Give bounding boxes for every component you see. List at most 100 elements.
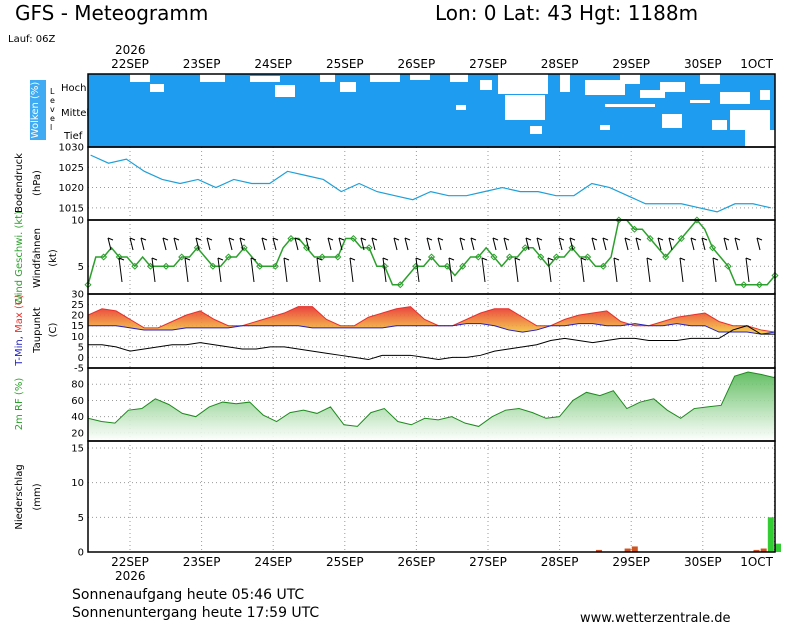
wind-barb — [536, 237, 541, 251]
wind-barb — [206, 237, 211, 251]
date-label-top: 26SEP — [398, 57, 436, 71]
wind-barb — [492, 237, 497, 251]
precip-tick-label: 15 — [71, 443, 84, 454]
wind-barb — [668, 237, 673, 251]
wind-barb-flag — [547, 257, 554, 261]
wind-barb — [349, 257, 354, 283]
cloud-gap — [700, 74, 720, 84]
precip-tick-label: 0 — [78, 548, 84, 559]
cloud-level-low: Tief — [63, 131, 83, 142]
precip-tick-label: 10 — [71, 478, 84, 489]
wind-barb — [514, 257, 519, 283]
temp-tick-label: 15 — [71, 321, 84, 332]
cloud-gap — [340, 82, 356, 92]
precip-bar — [767, 517, 774, 552]
cloud-level-axis-letter: v — [50, 105, 55, 114]
date-label-top: 27SEP — [469, 57, 507, 71]
wind-barb-flag — [151, 257, 158, 261]
pressure-label: Bodendruck — [14, 153, 25, 213]
wind-barb — [118, 257, 123, 283]
wind-barb — [294, 237, 299, 251]
date-label-top: 1OCT — [740, 57, 773, 71]
site-link[interactable]: www.wetterzentrale.de — [580, 611, 730, 625]
cloud-level-axis-letter: L — [50, 87, 55, 96]
wind-barb — [393, 237, 398, 251]
wind-barb — [338, 237, 343, 251]
wind-barb-flag — [712, 257, 719, 261]
wind-barb — [228, 237, 233, 251]
date-label-bottom: 27SEP — [469, 555, 507, 569]
cloud-gap — [200, 74, 225, 82]
cloud-gap — [250, 76, 280, 82]
cloud-gap — [275, 85, 295, 97]
tmax-label: Max (C) — [14, 294, 25, 336]
wind-barb — [316, 257, 321, 283]
wind-tick-label: 5 — [78, 262, 84, 273]
wind-barb — [481, 257, 486, 283]
cloud-gap — [690, 100, 710, 103]
rh-area — [88, 372, 775, 441]
wind-barb — [690, 237, 695, 251]
wind-speed-label: Wind Geschwi. (kt) — [14, 211, 25, 305]
wind-barb-flag — [745, 257, 752, 261]
cloud-gap — [600, 125, 610, 130]
wind-barb-flag — [514, 257, 521, 261]
pressure-tick-label: 1030 — [59, 143, 84, 154]
wind-barb — [426, 237, 431, 251]
wind-barb-flag — [448, 257, 455, 261]
chart-title: GFS - Meteogramm — [15, 1, 208, 25]
wind-speed-line — [87, 218, 776, 286]
date-label-top: 29SEP — [612, 57, 650, 71]
wind-barb — [140, 237, 145, 251]
temp-tick-label: 0 — [78, 353, 84, 364]
cloud-gap — [730, 110, 770, 130]
wind-barb-flag — [184, 257, 191, 261]
wind-barb — [162, 237, 167, 251]
wind-barb — [404, 237, 409, 251]
cloud-gap — [760, 90, 770, 100]
cloud-level-axis-letter: e — [50, 96, 55, 105]
year-label-top: 2026 — [115, 43, 146, 57]
pressure-tick-label: 1015 — [59, 203, 84, 214]
cloud-level-axis-letter: e — [50, 114, 55, 123]
wind-barb — [679, 257, 684, 283]
wind-barb — [547, 257, 552, 283]
cloud-gap — [520, 110, 540, 120]
wind-barb — [217, 257, 222, 283]
temp-tick-label: 25 — [71, 300, 84, 311]
pressure-tick-label: 1025 — [59, 163, 84, 174]
cloud-gap — [585, 80, 625, 95]
cloud-gap — [480, 80, 492, 90]
date-label-bottom: 28SEP — [541, 555, 579, 569]
rh-tick-label: 40 — [71, 412, 84, 423]
plot-layer: Wolken (%) HochMittelTiefLevel10151020102… — [14, 57, 781, 569]
wind-barb-flag — [613, 257, 620, 261]
wind-barb-flag — [646, 257, 653, 261]
tmin-label: T-Min, — [14, 336, 25, 367]
wind-unit: (kt) — [48, 249, 59, 267]
temp-tick-label: 5 — [78, 342, 84, 353]
cloud-gap — [130, 74, 150, 82]
wind-barb — [723, 237, 728, 251]
date-label-bottom: 30SEP — [684, 555, 722, 569]
wind-barb — [470, 237, 475, 251]
wind-barb — [646, 257, 651, 283]
date-label-top: 25SEP — [326, 57, 364, 71]
panel-frame — [87, 440, 776, 553]
wind-barb — [635, 237, 640, 251]
sunrise-text: Sonnenaufgang heute 05:46 UTC — [72, 587, 304, 603]
wind-barb-flag — [382, 257, 389, 261]
date-label-top: 22SEP — [111, 57, 149, 71]
date-label-bottom: 25SEP — [326, 555, 364, 569]
wind-barb — [503, 237, 508, 251]
wind-barb — [613, 257, 618, 283]
wind-barb — [591, 237, 596, 251]
cloud-level-high: Hoch — [61, 83, 86, 94]
pressure-line — [90, 154, 771, 213]
wind-barb-flag — [349, 257, 356, 261]
cloud-gap — [410, 74, 430, 80]
date-label-top: 24SEP — [254, 57, 292, 71]
rh-tick-label: 20 — [71, 428, 84, 439]
date-label-top: 30SEP — [684, 57, 722, 71]
wind-barb — [756, 237, 761, 251]
